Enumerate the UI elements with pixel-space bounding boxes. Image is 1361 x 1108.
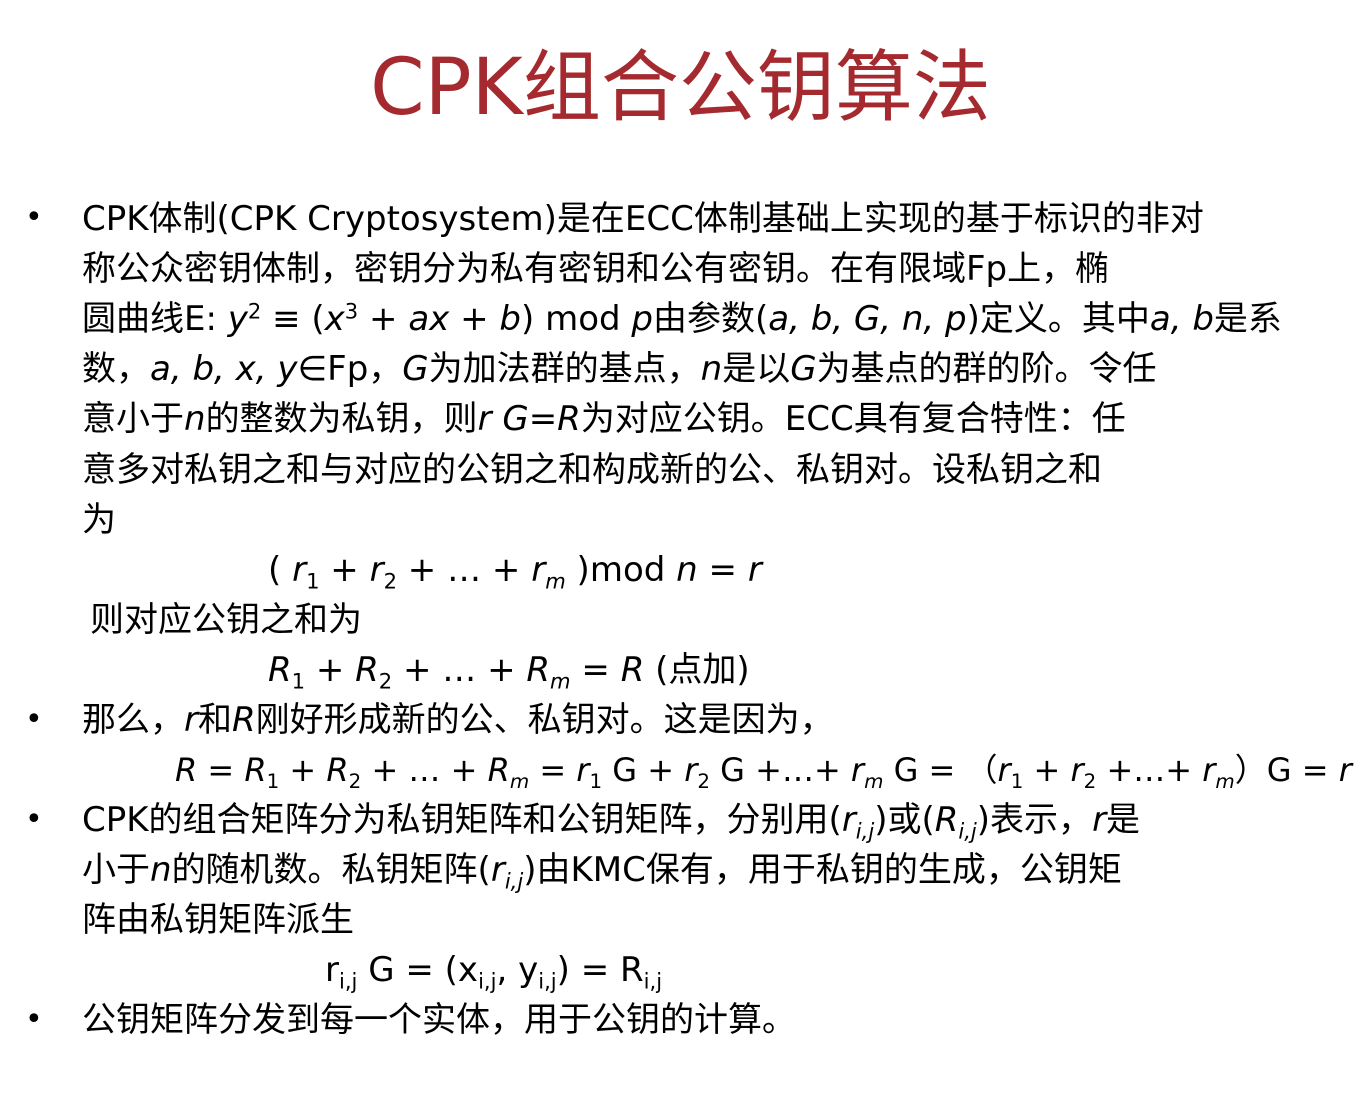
bullet1-line6: 意多对私钥之和与对应的公钥之和构成新的公、私钥对。设私钥之和 — [82, 450, 1102, 490]
bullet2-line1: 那么，r和R刚好形成新的公、私钥对。这是因为， — [82, 700, 834, 740]
bullet1-line7: 为 — [82, 500, 116, 540]
bullet-marker: • — [25, 200, 43, 235]
public-matrix-equation: ri,j G = (xi,j, yi,j) = Ri,j — [325, 950, 663, 994]
bullet1-line5: 意小于n的整数为私钥，则r G=R为对应公钥。ECC具有复合特性：任 — [82, 399, 1126, 439]
slide-title: CPK组合公钥算法 — [370, 43, 991, 133]
bullet1-line2: 称公众密钥体制，密钥分为私有密钥和公有密钥。在有限域Fp上，椭 — [82, 249, 1110, 289]
bullet3-line3: 阵由私钥矩阵派生 — [82, 900, 354, 940]
bullet1-line3: 圆曲线E: y2 ≡ (x3 + ax + b) mod p由参数(a, b, … — [82, 298, 1282, 339]
bullet4-line1: 公钥矩阵分发到每一个实体，用于公钥的计算。 — [82, 1000, 796, 1040]
bullet1-line1: CPK体制(CPK Cryptosystem)是在ECC体制基础上实现的基于标识… — [82, 199, 1204, 239]
bullet3-line1: CPK的组合矩阵分为私钥矩阵和公钥矩阵，分别用(ri,j)或(Ri,j)表示，r… — [82, 800, 1141, 844]
bullet1-line8: 则对应公钥之和为 — [90, 600, 362, 640]
slide: CPK组合公钥算法 • CPK体制(CPK Cryptosystem)是在ECC… — [0, 0, 1361, 1108]
public-key-sum-equation: R1 + R2 + … + Rm = R (点加) — [268, 650, 750, 694]
bullet-marker: • — [25, 1002, 43, 1037]
bullet1-line4: 数，a, b, x, y∈Fp，G为加法群的基点，n是以G为基点的群的阶。令任 — [82, 349, 1157, 389]
bullet3-line2: 小于n的随机数。私钥矩阵(ri,j)由KMC保有，用于私钥的生成，公钥矩 — [82, 850, 1122, 894]
private-key-sum-equation: ( r1 + r2 + … + rm )mod n = r — [268, 550, 762, 594]
bullet-marker: • — [25, 802, 43, 837]
key-pair-proof-equation: R = R1 + R2 + … + Rm = r1 G + r2 G +…+ r… — [175, 751, 1352, 793]
bullet-marker: • — [25, 702, 43, 737]
